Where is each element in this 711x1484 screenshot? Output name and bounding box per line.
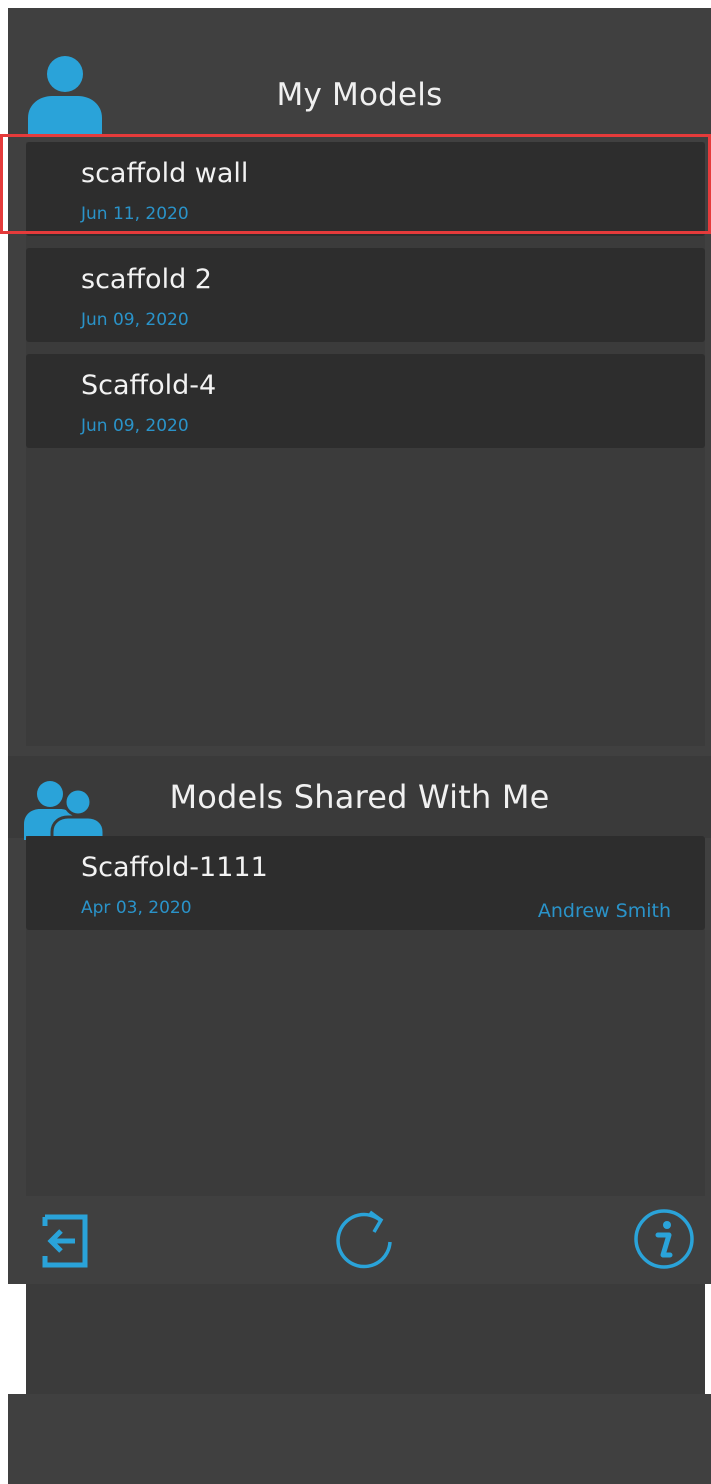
logout-icon[interactable] — [41, 1214, 89, 1268]
bottom-toolbar — [8, 1394, 711, 1484]
model-name: Scaffold-4 — [81, 370, 217, 401]
refresh-icon[interactable] — [334, 1208, 396, 1270]
model-date: Jun 09, 2020 — [81, 310, 189, 330]
my-models-header: My Models — [8, 58, 711, 132]
bottom-toolbar — [8, 1196, 711, 1284]
shared-models-list: Scaffold-1111 Apr 03, 2020 Andrew Smith — [26, 836, 705, 1402]
model-name: scaffold wall — [81, 158, 249, 189]
model-date: Jun 11, 2020 — [81, 204, 189, 224]
app-screen: My Models scaffold wall Jun 11, 2020 sca… — [8, 8, 711, 1402]
my-models-title: My Models — [276, 77, 443, 113]
list-item[interactable]: Scaffold-1111 Apr 03, 2020 Andrew Smith — [26, 836, 705, 930]
my-models-list: scaffold wall Jun 11, 2020 scaffold 2 Ju… — [26, 142, 705, 746]
model-name: scaffold 2 — [81, 264, 212, 295]
shared-models-title: Models Shared With Me — [169, 778, 550, 816]
model-date: Jun 09, 2020 — [81, 416, 189, 436]
shared-models-header: Models Shared With Me — [8, 756, 711, 838]
model-owner: Andrew Smith — [537, 900, 671, 922]
list-item[interactable]: scaffold 2 Jun 09, 2020 — [26, 248, 705, 342]
model-name: Scaffold-1111 — [81, 852, 268, 883]
users-icon — [24, 781, 104, 840]
list-item[interactable]: scaffold wall Jun 11, 2020 — [26, 142, 705, 236]
info-icon[interactable] — [633, 1208, 695, 1270]
list-item[interactable]: Scaffold-4 Jun 09, 2020 — [26, 354, 705, 448]
model-date: Apr 03, 2020 — [81, 898, 192, 918]
